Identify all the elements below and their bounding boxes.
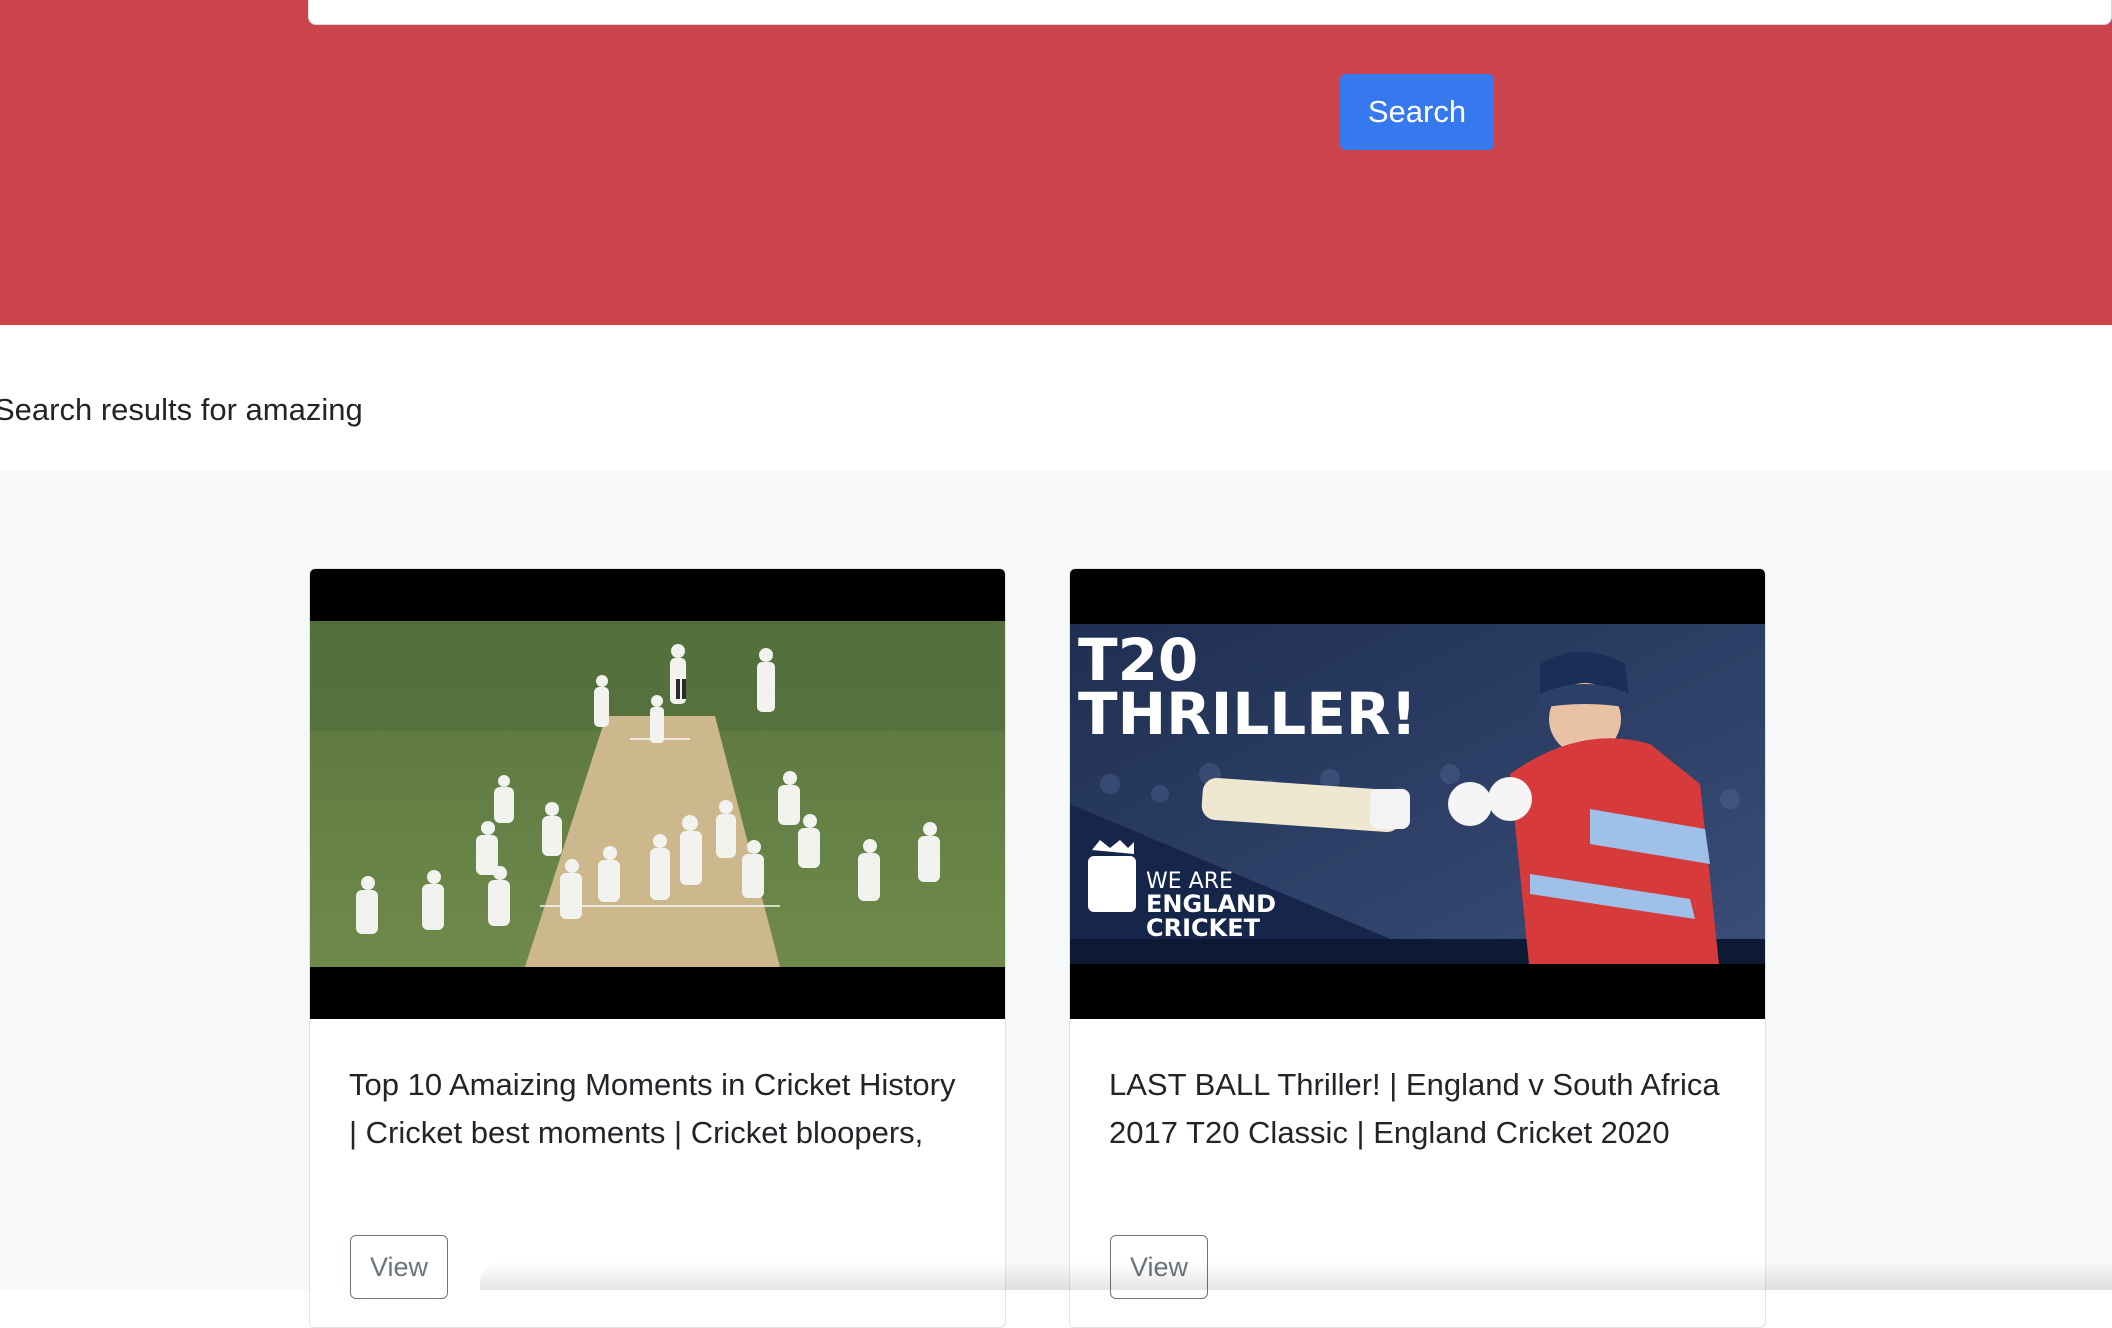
badge-text-3: CRICKET [1146, 914, 1261, 942]
search-input[interactable] [308, 0, 2112, 25]
results-heading: Search results for amazing [0, 392, 363, 427]
search-button[interactable]: Search [1340, 74, 1494, 150]
video-thumbnail[interactable] [310, 569, 1005, 1019]
t20-thriller-image: T20 THRILLER! WE ARE ENGLAND CRICKET [1070, 624, 1765, 964]
video-title: Top 10 Amaizing Moments in Cricket Histo… [349, 1067, 956, 1150]
video-thumbnail[interactable]: T20 THRILLER! WE ARE ENGLAND CRICKET [1070, 569, 1765, 1019]
cricket-field-image [310, 621, 1005, 967]
view-button[interactable]: View [350, 1235, 448, 1299]
video-card: T20 THRILLER! WE ARE ENGLAND CRICKET LAS… [1069, 568, 1766, 1328]
video-card: Top 10 Amaizing Moments in Cricket Histo… [309, 568, 1006, 1328]
overlay-shadow [480, 1262, 2112, 1290]
hero-banner: Search [0, 0, 2112, 325]
thumb-text-line2: THRILLER! [1078, 680, 1417, 748]
video-title: LAST BALL Thriller! | England v South Af… [1109, 1067, 1720, 1150]
